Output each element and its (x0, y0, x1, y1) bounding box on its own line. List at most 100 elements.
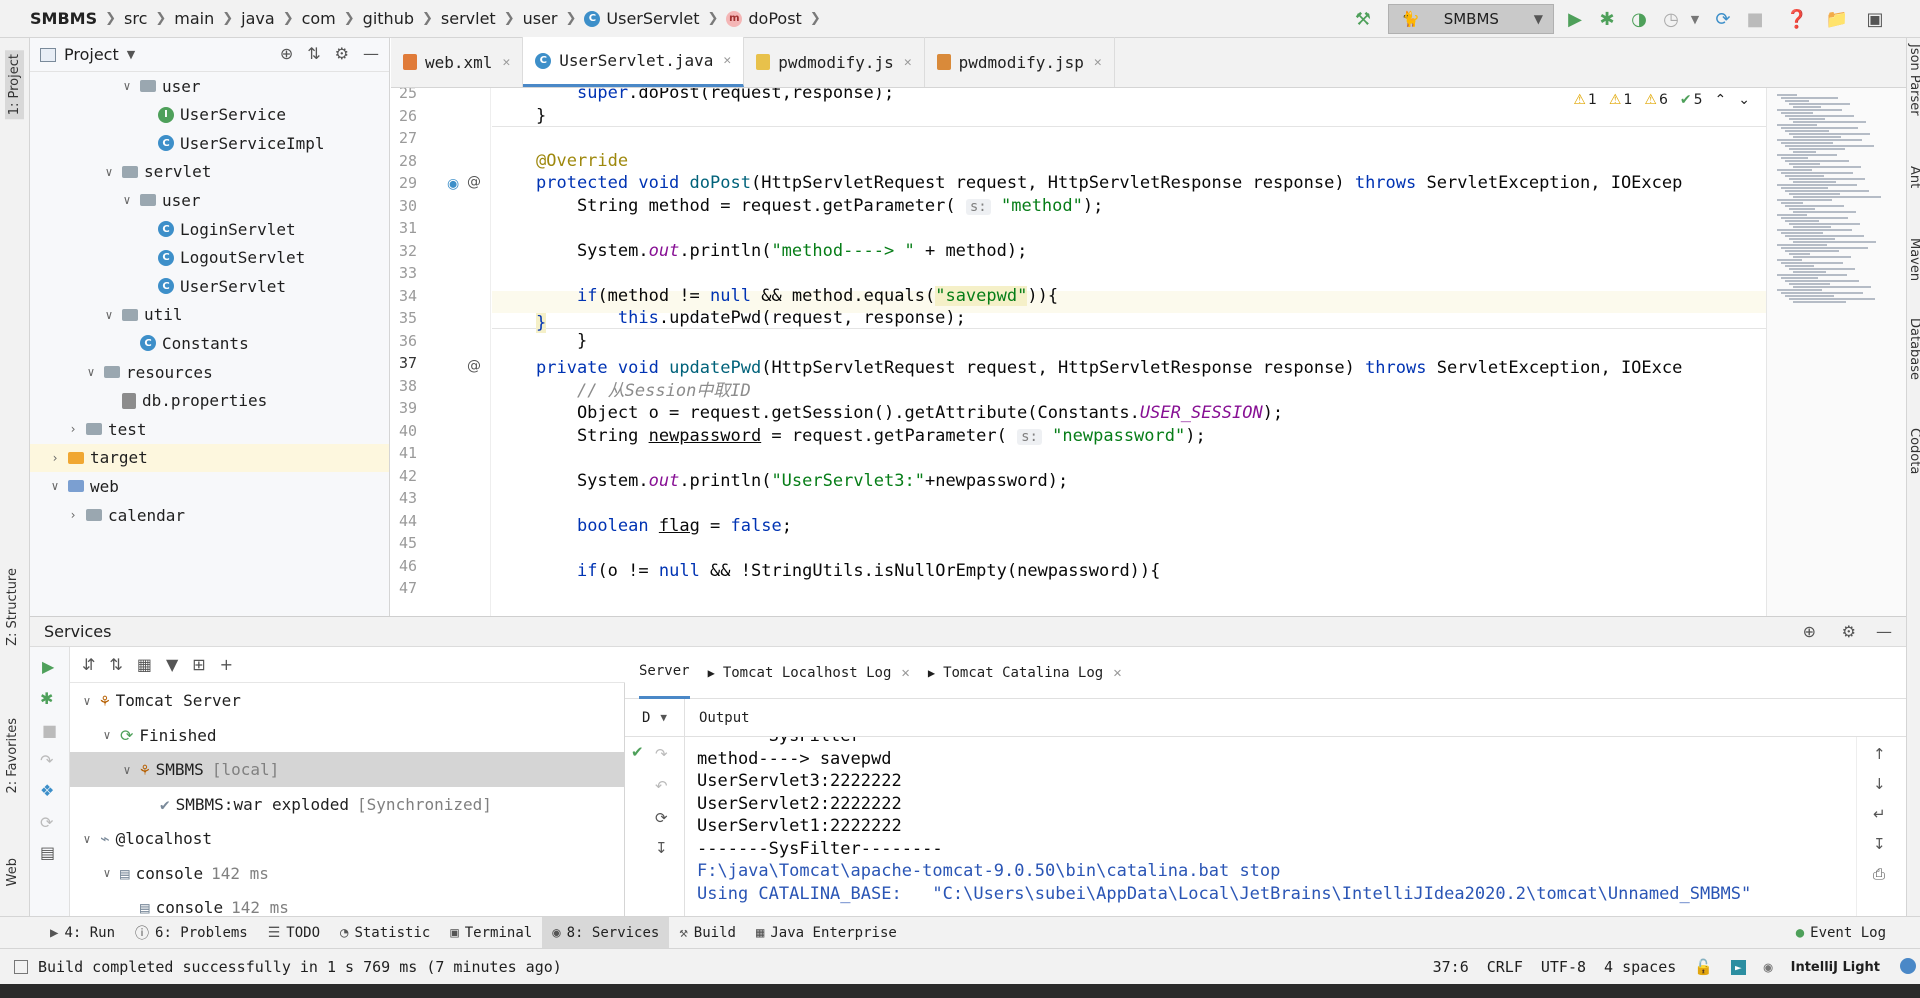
inspection-count[interactable]: ⚠ 1 (1573, 92, 1596, 108)
tool-window-toggle-icon[interactable] (14, 959, 28, 974)
tool-window-button[interactable]: ▶ 4: Run (40, 917, 125, 949)
gear-icon[interactable]: ⚙ (1842, 622, 1856, 641)
status-message[interactable]: Build completed successfully in 1 s 769 … (14, 958, 562, 976)
chevron-down-icon[interactable]: ∨ (80, 694, 94, 708)
tab-maven[interactable]: Maven (1907, 238, 1920, 281)
arrow-up-icon[interactable]: ↑ (1873, 745, 1886, 763)
print-icon[interactable]: ⎙ (1873, 865, 1885, 883)
project-tree-item[interactable]: I UserService (30, 101, 389, 129)
chevron-right-icon[interactable]: › (66, 422, 80, 436)
project-tree-item[interactable]: db.properties (30, 387, 389, 415)
gear-icon[interactable]: ⚙ (335, 44, 349, 63)
chevron-right-icon[interactable]: › (66, 508, 80, 522)
indent-setting[interactable]: 4 spaces (1604, 958, 1676, 976)
group-by-icon[interactable]: ▦ (137, 655, 152, 674)
chevron-down-icon[interactable]: ∨ (102, 165, 116, 179)
tool-window-button[interactable]: ☰ TODO (258, 917, 330, 949)
output-console[interactable]: -------SysFilter--------method----> save… (685, 737, 1845, 917)
redeploy-icon[interactable]: ↷ (655, 745, 668, 763)
chevron-down-icon[interactable]: ∨ (100, 866, 114, 880)
service-tab[interactable]: ▶ Tomcat Localhost Log ✕ (708, 647, 910, 699)
layout-icon[interactable]: ▤ (40, 843, 55, 862)
tab-project[interactable]: 1: Project (5, 50, 24, 120)
service-tree-item[interactable]: ∨ ⌁ @localhost (70, 821, 624, 856)
stop-icon[interactable]: ■ (1744, 8, 1766, 30)
breadcrumb-item[interactable]: main (174, 9, 214, 28)
debug-icon[interactable]: ✱ (1596, 8, 1618, 30)
service-tree-item[interactable]: ✔ SMBMS:war exploded [Synchronized] (70, 787, 624, 822)
chevron-right-icon[interactable]: › (48, 451, 62, 465)
add-service-icon[interactable]: ⊕ (1803, 622, 1816, 641)
chevron-down-icon[interactable]: ∨ (102, 308, 116, 322)
override-gutter-icon[interactable]: ◉ (447, 176, 459, 192)
editor-tab[interactable]: pwdmodify.jsp ✕ (925, 37, 1115, 87)
project-tree-item[interactable]: C UserServlet (30, 272, 389, 300)
annotation-gutter-icon[interactable]: @ (467, 358, 481, 374)
collapse-all-icon[interactable]: ⇅ (307, 44, 320, 63)
project-structure-icon[interactable]: 📁 (1826, 8, 1848, 30)
tool-window-button[interactable]: ◔ Statistic (330, 917, 440, 949)
previous-highlight-icon[interactable]: ⌃ (1715, 92, 1727, 108)
annotation-gutter-icon[interactable]: @ (467, 174, 481, 190)
breadcrumb-item[interactable]: C UserServlet (584, 9, 699, 28)
service-tree-item[interactable]: ∨ ⚘ SMBMS [local] (70, 752, 624, 787)
breadcrumb-item[interactable]: m doPost (726, 9, 802, 28)
chevron-down-icon[interactable]: ∨ (84, 365, 98, 379)
project-tree-item[interactable]: C LogoutServlet (30, 244, 389, 272)
inspection-widget[interactable]: ⚠ 1 ⚠ 1 ⚠ 6 ✔ 5 ⌃ ⌄ (1569, 92, 1754, 108)
line-separator[interactable]: CRLF (1487, 958, 1523, 976)
project-tree-item[interactable]: C UserServiceImpl (30, 129, 389, 157)
arrow-down-icon[interactable]: ↓ (1873, 775, 1886, 793)
soft-wrap-icon[interactable]: ↵ (1873, 805, 1886, 823)
service-tree-item[interactable]: ∨ ▤ console 142 ms (70, 856, 624, 891)
hide-panel-icon[interactable]: — (1876, 622, 1892, 641)
memory-indicator-icon[interactable] (1900, 958, 1916, 974)
code-editor[interactable]: super.doPost(request,response); } @Overr… (492, 88, 1766, 616)
inspection-count[interactable]: ⚠ 6 (1644, 92, 1667, 108)
git-icon[interactable]: ◉ (1764, 958, 1773, 976)
project-tree-item[interactable]: C Constants (30, 329, 389, 357)
window-layout-icon[interactable]: ▣ (1864, 8, 1886, 30)
build-hammer-icon[interactable]: ⚒ (1352, 8, 1374, 30)
collapse-all-icon[interactable]: ⇅ (109, 655, 122, 674)
refresh-icon[interactable]: ⟳ (655, 809, 668, 827)
hide-panel-icon[interactable]: — (363, 44, 379, 63)
project-tree-item[interactable]: C LoginServlet (30, 215, 389, 243)
service-tab[interactable]: Server (639, 647, 690, 699)
project-tree-item[interactable]: ∨ util (30, 301, 389, 329)
tab-web[interactable]: Web (5, 858, 20, 886)
event-log-button[interactable]: ● Event Log (1786, 917, 1896, 949)
new-service-icon[interactable]: ⊞ (192, 655, 205, 674)
breadcrumb-item[interactable]: java (241, 9, 275, 28)
debug-icon[interactable]: ✱ (40, 689, 53, 708)
run-icon[interactable]: ▶ (1564, 8, 1586, 30)
project-tree-item[interactable]: › test (30, 415, 389, 443)
locate-file-icon[interactable]: ⊕ (280, 44, 293, 63)
project-tree-item[interactable]: › calendar (30, 501, 389, 529)
chevron-down-icon[interactable]: ∨ (80, 832, 94, 846)
chevron-down-icon[interactable]: ∨ (100, 728, 114, 742)
lock-icon[interactable]: 🔓 (1694, 958, 1713, 976)
scroll-to-end-icon[interactable]: ↧ (1873, 835, 1886, 853)
editor-tab[interactable]: pwdmodify.js ✕ (744, 37, 925, 87)
help-icon[interactable]: ❓ (1786, 8, 1808, 30)
close-icon[interactable]: ✕ (904, 55, 912, 70)
service-tab[interactable]: ▶ Tomcat Catalina Log ✕ (928, 647, 1122, 699)
deploy-icon[interactable]: ↷ (40, 751, 53, 770)
breadcrumb-item[interactable]: src (124, 9, 147, 28)
tab-database[interactable]: Database (1907, 318, 1920, 380)
tab-codota[interactable]: Codota (1907, 428, 1920, 474)
undeploy-icon[interactable]: ↶ (655, 777, 668, 795)
inspection-count[interactable]: ✔ 5 (1680, 92, 1703, 108)
run-configuration-select[interactable]: 🐈 SMBMS ▼ (1388, 4, 1554, 34)
code-minimap[interactable] (1766, 88, 1906, 616)
chevron-down-icon[interactable]: ∨ (48, 479, 62, 493)
tab-json-parser[interactable]: Json Parser (1907, 44, 1920, 116)
project-view-select[interactable]: Project (64, 45, 119, 64)
chevron-down-icon[interactable]: ∨ (120, 763, 134, 777)
tab-favorites[interactable]: 2: Favorites (5, 718, 20, 794)
project-tree-item[interactable]: ∨ servlet (30, 158, 389, 186)
project-tree-item[interactable]: › target (30, 443, 389, 472)
breadcrumb-item[interactable]: user (523, 9, 558, 28)
rerun-icon[interactable]: ⟳ (40, 813, 53, 832)
